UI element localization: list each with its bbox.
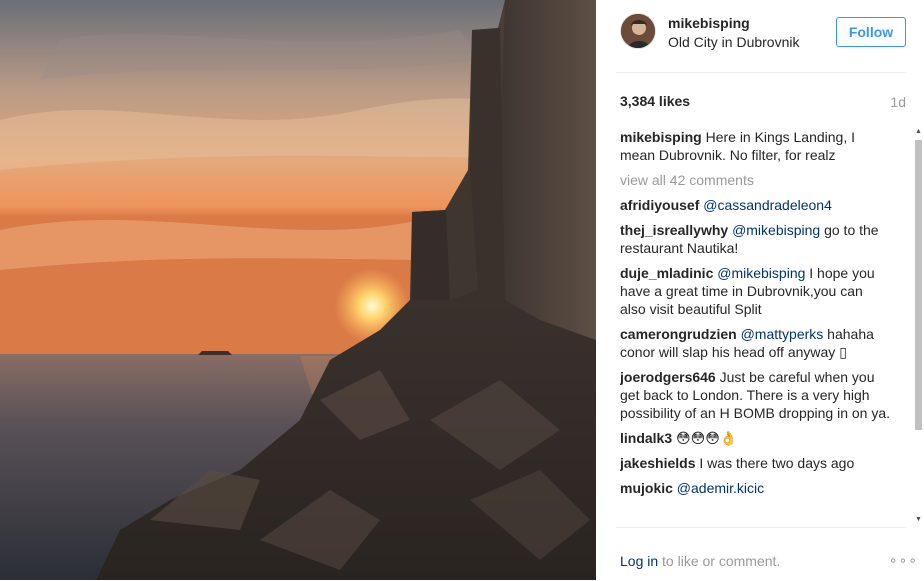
avatar[interactable]	[620, 13, 656, 49]
comment-author[interactable]: camerongrudzien	[620, 326, 737, 342]
avatar-image	[621, 14, 655, 48]
comment-mention[interactable]: @mikebisping	[732, 222, 820, 238]
scroll-down-arrow-icon[interactable]: ▼	[915, 516, 922, 524]
likes-count[interactable]: 3,384 likes	[620, 93, 690, 109]
caption: mikebisping Here in Kings Landing, I mea…	[620, 128, 892, 164]
post-photo[interactable]	[0, 0, 596, 580]
comment-mention[interactable]: @ademir.kicic	[677, 480, 764, 496]
comment-item: camerongrudzien @mattyperks hahaha conor…	[620, 325, 892, 361]
comment-mention[interactable]: @cassandradeleon4	[703, 197, 832, 213]
comment-mention[interactable]: @mikebisping	[717, 265, 805, 281]
login-prompt: Log in to like or comment.	[620, 553, 780, 569]
comment-author[interactable]: duje_mladinic	[620, 265, 713, 281]
post-details-panel: mikebisping Old City in Dubrovnik Follow…	[596, 0, 924, 580]
scroll-up-arrow-icon[interactable]: ▲	[915, 128, 922, 136]
comment-item: duje_mladinic @mikebisping I hope you ha…	[620, 264, 892, 318]
sunset-photo-image	[0, 0, 596, 580]
comment-text: I was there two days ago	[699, 455, 855, 471]
comment-item: afridiyousef @cassandradeleon4	[620, 196, 892, 214]
comment-author[interactable]: joerodgers646	[620, 369, 716, 385]
post-footer: Log in to like or comment. ∘∘∘	[616, 527, 917, 581]
comment-author[interactable]: jakeshields	[620, 455, 696, 471]
comment-item: jakeshields I was there two days ago	[620, 454, 892, 472]
comment-author[interactable]: thej_isreallywhy	[620, 222, 728, 238]
more-options-icon[interactable]: ∘∘∘	[889, 552, 918, 569]
scrollbar-thumb[interactable]	[915, 140, 922, 430]
comment-item: mujokic @ademir.kicic	[620, 479, 892, 497]
comment-item: lindalk3 😳😳😳👌	[620, 429, 892, 447]
post-header: mikebisping Old City in Dubrovnik Follow	[616, 0, 906, 73]
comment-author[interactable]: lindalk3	[620, 430, 672, 446]
comment-author[interactable]: afridiyousef	[620, 197, 699, 213]
comments-scrollbar[interactable]: ▲ ▼	[912, 128, 924, 524]
login-link[interactable]: Log in	[620, 553, 658, 569]
comment-text: 😳😳😳👌	[676, 430, 738, 446]
follow-button[interactable]: Follow	[836, 17, 906, 47]
post-username[interactable]: mikebisping	[668, 15, 750, 31]
login-prompt-text: to like or comment.	[662, 553, 781, 569]
comment-author[interactable]: mujokic	[620, 480, 673, 496]
view-all-comments-link[interactable]: view all 42 comments	[620, 171, 892, 189]
post-age[interactable]: 1d	[890, 94, 906, 110]
comment-mention[interactable]: @mattyperks	[741, 326, 824, 342]
comments-list[interactable]: mikebisping Here in Kings Landing, I mea…	[620, 128, 892, 524]
comment-item: thej_isreallywhy @mikebisping go to the …	[620, 221, 892, 257]
comment-item: joerodgers646 Just be careful when you g…	[620, 368, 892, 422]
post-location[interactable]: Old City in Dubrovnik	[668, 34, 800, 50]
caption-author[interactable]: mikebisping	[620, 129, 702, 145]
